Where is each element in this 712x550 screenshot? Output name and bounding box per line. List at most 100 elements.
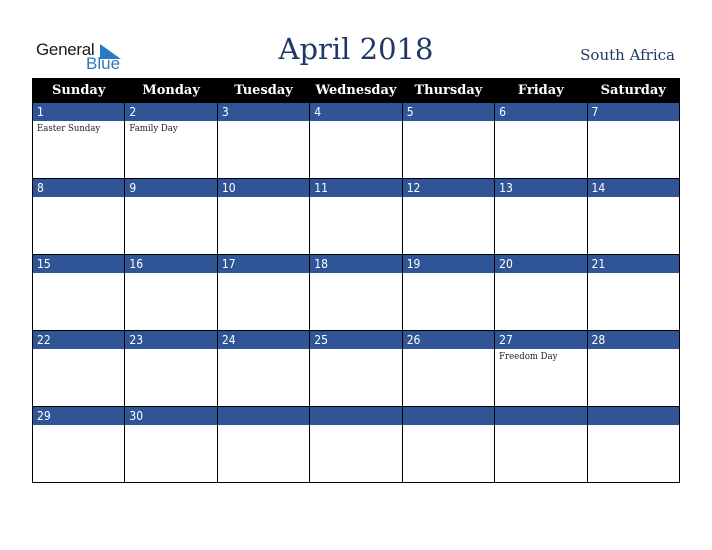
holiday-label xyxy=(218,349,309,351)
holiday-label xyxy=(403,197,494,199)
day-cell[interactable]: 22 xyxy=(31,330,126,407)
day-number: 17 xyxy=(217,255,310,273)
day-cell[interactable]: 10 xyxy=(216,178,311,255)
day-cell[interactable]: 14 xyxy=(586,178,681,255)
day-cell[interactable]: 8 xyxy=(31,178,126,255)
day-number: 19 xyxy=(402,255,495,273)
holiday-label: Freedom Day xyxy=(499,351,558,362)
day-cell[interactable]: 28 xyxy=(586,330,681,407)
day-number: 20 xyxy=(495,255,587,273)
holiday-label xyxy=(310,121,401,123)
day-cell[interactable]: 21 xyxy=(586,254,681,331)
day-number: 21 xyxy=(587,255,679,273)
holiday-label xyxy=(495,425,586,427)
weekday-header: Sunday xyxy=(31,78,126,103)
holiday-label: Family Day xyxy=(129,123,178,134)
day-cell[interactable]: 1 Easter Sunday xyxy=(31,102,126,179)
weekday-header: Wednesday xyxy=(309,78,403,103)
holiday-label xyxy=(588,425,679,427)
week-row: 22 23 24 25 26 27 Freedom Day 28 xyxy=(31,330,681,407)
holiday-label xyxy=(310,349,401,351)
day-number: 30 xyxy=(125,407,217,425)
weekday-header: Thursday xyxy=(401,78,496,103)
calendar-grid: Sunday Monday Tuesday Wednesday Thursday… xyxy=(31,78,681,483)
holiday-label: Easter Sunday xyxy=(37,123,101,134)
day-number: 4 xyxy=(310,103,402,121)
day-cell[interactable] xyxy=(494,406,588,483)
day-cell[interactable]: 9 xyxy=(124,178,218,255)
day-number: 29 xyxy=(33,407,125,425)
holiday-label xyxy=(33,349,124,351)
day-number: 25 xyxy=(310,331,402,349)
holiday-label xyxy=(588,121,679,123)
day-cell[interactable]: 11 xyxy=(309,178,403,255)
day-cell[interactable]: 5 xyxy=(401,102,496,179)
day-cell[interactable]: 25 xyxy=(309,330,403,407)
day-cell[interactable]: 13 xyxy=(494,178,588,255)
day-cell[interactable] xyxy=(309,406,403,483)
day-number: 15 xyxy=(33,255,125,273)
day-cell[interactable]: 6 xyxy=(494,102,588,179)
holiday-label xyxy=(310,273,401,275)
holiday-label xyxy=(495,197,586,199)
day-number: 28 xyxy=(587,331,679,349)
weekday-header: Tuesday xyxy=(216,78,311,103)
day-cell[interactable]: 26 xyxy=(401,330,496,407)
day-cell[interactable]: 3 xyxy=(216,102,311,179)
country-label: South Africa xyxy=(580,46,675,64)
day-number: 11 xyxy=(310,179,402,197)
day-number: 24 xyxy=(217,331,310,349)
day-number: 7 xyxy=(587,103,679,121)
holiday-label xyxy=(495,121,586,123)
holiday-label xyxy=(310,425,401,427)
holiday-label xyxy=(403,121,494,123)
holiday-label xyxy=(495,273,586,275)
day-number: 3 xyxy=(217,103,310,121)
holiday-label xyxy=(125,273,216,275)
holiday-label xyxy=(125,425,216,427)
day-cell[interactable]: 17 xyxy=(216,254,311,331)
day-cell[interactable]: 29 xyxy=(31,406,126,483)
week-row: 8 9 10 11 12 13 14 xyxy=(31,178,681,255)
holiday-label xyxy=(403,273,494,275)
weekday-header: Friday xyxy=(494,78,588,103)
week-row: 29 30 xyxy=(31,406,681,483)
day-number: 13 xyxy=(495,179,587,197)
holiday-label xyxy=(33,197,124,199)
day-cell[interactable]: 27 Freedom Day xyxy=(494,330,588,407)
day-cell[interactable] xyxy=(586,406,681,483)
holiday-label xyxy=(588,197,679,199)
day-number: 1 xyxy=(33,103,125,121)
day-number: 6 xyxy=(495,103,587,121)
day-cell[interactable] xyxy=(401,406,496,483)
day-number: 2 xyxy=(125,103,217,121)
holiday-label xyxy=(33,273,124,275)
day-number: 16 xyxy=(125,255,217,273)
day-number xyxy=(495,407,587,425)
day-number: 18 xyxy=(310,255,402,273)
day-cell[interactable]: 7 xyxy=(586,102,681,179)
day-number: 23 xyxy=(125,331,217,349)
day-number: 8 xyxy=(33,179,125,197)
day-number: 22 xyxy=(33,331,125,349)
day-cell[interactable]: 15 xyxy=(31,254,126,331)
day-number xyxy=(217,407,310,425)
day-cell[interactable]: 24 xyxy=(216,330,311,407)
day-cell[interactable]: 4 xyxy=(309,102,403,179)
week-row: 1 Easter Sunday 2 Family Day 3 4 5 6 7 xyxy=(31,102,681,179)
day-cell[interactable] xyxy=(216,406,311,483)
holiday-label xyxy=(218,121,309,123)
day-cell[interactable]: 20 xyxy=(494,254,588,331)
day-cell[interactable]: 18 xyxy=(309,254,403,331)
day-cell[interactable]: 16 xyxy=(124,254,218,331)
day-cell[interactable]: 23 xyxy=(124,330,218,407)
holiday-label xyxy=(125,349,216,351)
day-number: 10 xyxy=(217,179,310,197)
day-cell[interactable]: 19 xyxy=(401,254,496,331)
week-row: 15 16 17 18 19 20 21 xyxy=(31,254,681,331)
holiday-label xyxy=(588,349,679,351)
day-cell[interactable]: 12 xyxy=(401,178,496,255)
day-number: 14 xyxy=(587,179,679,197)
day-cell[interactable]: 2 Family Day xyxy=(124,102,218,179)
day-cell[interactable]: 30 xyxy=(124,406,218,483)
